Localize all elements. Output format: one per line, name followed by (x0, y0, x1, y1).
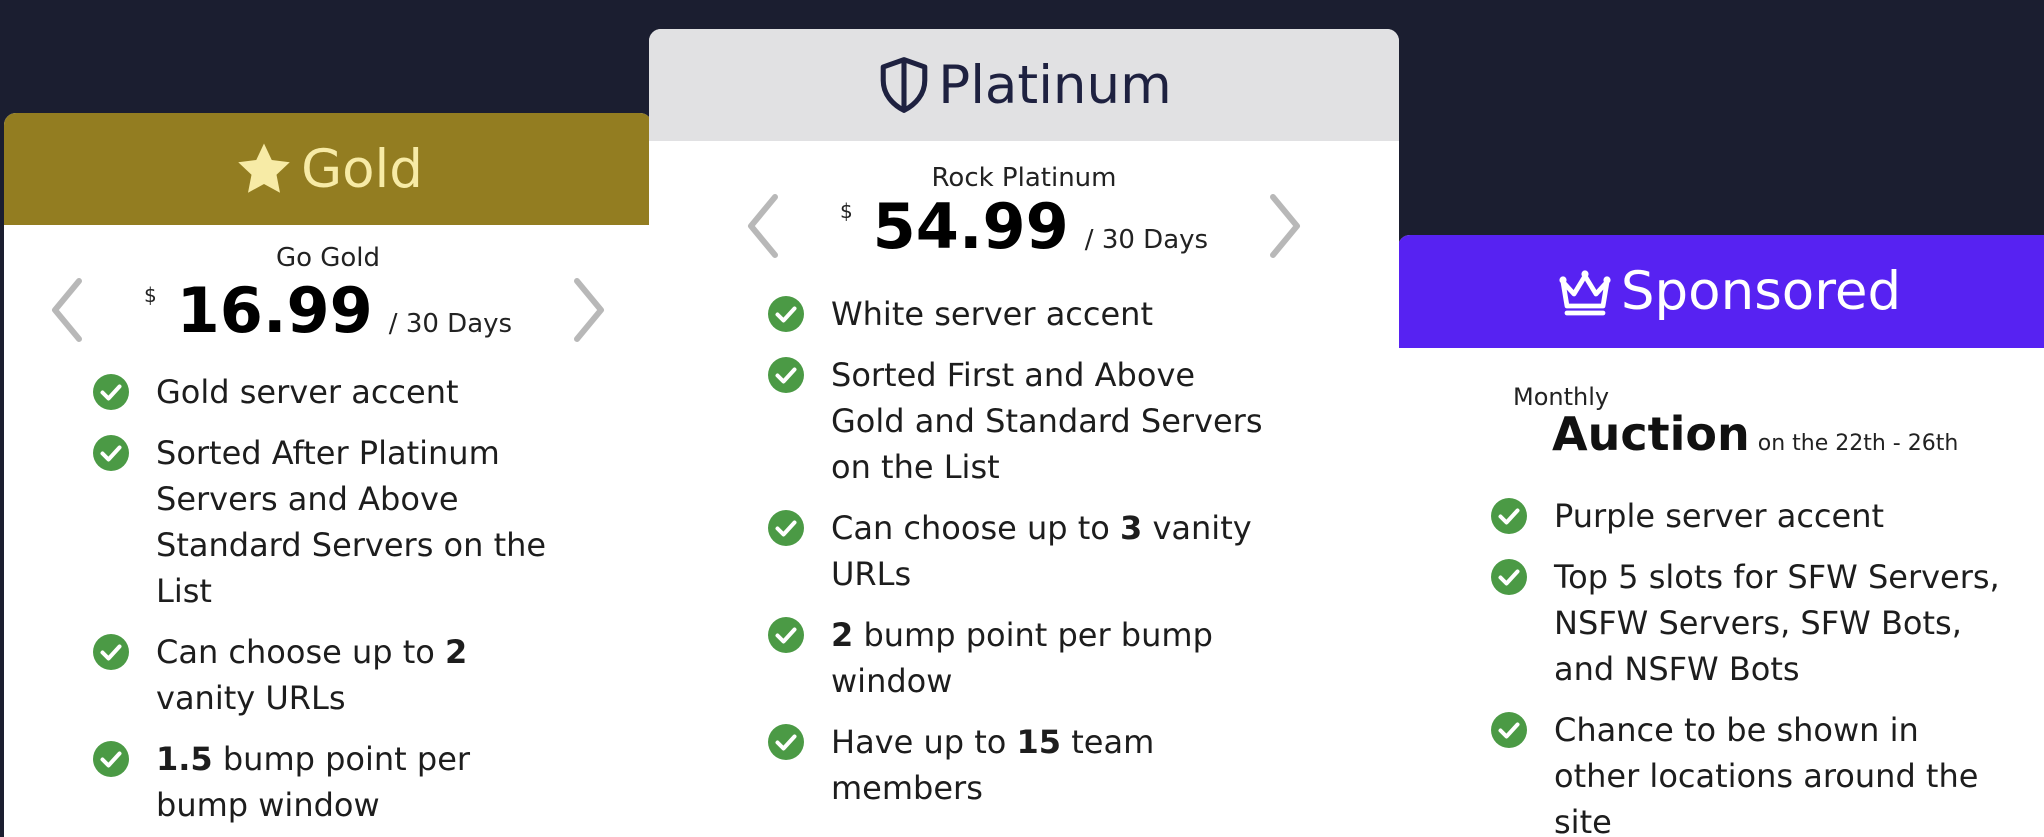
chevron-left-icon (51, 278, 82, 342)
feature-text: Purple server accent (1554, 493, 1884, 539)
feature-item: Sorted First and Above Gold and Standard… (767, 352, 1267, 490)
sponsored-plan-header: Sponsored (1398, 235, 2044, 348)
feature-text-part: Top 5 slots for SFW Servers, NSFW Server… (1554, 558, 2000, 688)
feature-item: Can choose up to 3 vanity URLs (767, 505, 1267, 597)
check-circle-icon (767, 723, 805, 761)
sponsored-feature-list: Purple server accent Top 5 slots for SFW … (1490, 493, 2000, 837)
feature-item: Chance to be shown in other locations ar… (1490, 707, 2000, 837)
feature-highlight: 15 (1016, 723, 1062, 761)
gold-feature-list: Gold server accent Sorted After Platinum … (92, 369, 572, 837)
feature-text: 1.5 bump point per bump window (156, 736, 572, 828)
check-circle-icon (767, 616, 805, 654)
feature-item: Top 5 slots for SFW Servers, NSFW Server… (1490, 554, 2000, 692)
sponsored-auction-label: Auction (1552, 407, 1750, 461)
feature-text-part: Can choose up to (831, 509, 1121, 547)
platinum-feature-list: White server accent Sorted First and Abov… (767, 291, 1267, 826)
feature-item: 2 bump point per bump window (767, 612, 1267, 704)
feature-text-part: vanity URLs (156, 679, 346, 717)
gold-plan-card: Gold Go Gold $ 16.99 / 30 Days Gold serv… (4, 113, 652, 837)
sponsored-auction-row: Auction on the 22th - 26th (1552, 407, 1958, 461)
gold-price: $ 16.99 / 30 Days (144, 274, 512, 347)
feature-text: Can choose up to 3 vanity URLs (831, 505, 1267, 597)
feature-text-part: Purple server accent (1554, 497, 1885, 535)
platinum-price-period: / 30 Days (1084, 224, 1209, 255)
check-circle-icon (1490, 497, 1528, 535)
gold-price-row: $ 16.99 / 30 Days (4, 273, 652, 347)
feature-text-part: Gold server accent (156, 373, 459, 411)
feature-text: Sorted First and Above Gold and Standard… (831, 352, 1267, 490)
chevron-left-icon (747, 194, 778, 258)
gold-currency: $ (143, 282, 157, 307)
check-circle-icon (1490, 558, 1528, 596)
feature-item: Have up to 15 team members (767, 719, 1267, 811)
check-circle-icon (92, 633, 130, 671)
chevron-right-icon (574, 278, 605, 342)
chevron-right-icon (1270, 194, 1301, 258)
sponsored-plan-title: Sponsored (1620, 261, 1902, 322)
platinum-next-arrow[interactable] (1260, 189, 1310, 263)
feature-highlight: 2 (831, 616, 854, 654)
check-circle-icon (92, 434, 130, 472)
gold-plan-title: Gold (301, 138, 423, 200)
feature-item: Gold server accent (92, 369, 572, 415)
pricing-stage: Gold Go Gold $ 16.99 / 30 Days Gold serv… (0, 0, 2044, 837)
feature-text: Chance to be shown in other locations ar… (1554, 707, 2000, 837)
gold-plan-header: Gold (4, 113, 652, 225)
feature-text-part: Chance to be shown in other locations ar… (1554, 711, 1979, 837)
gold-plan-name: Go Gold (275, 243, 381, 273)
feature-text-part: Sorted After Platinum Servers and Above … (156, 434, 547, 610)
check-circle-icon (92, 373, 130, 411)
feature-text: 2 bump point per bump window (831, 612, 1267, 704)
sponsored-plan-card: Sponsored Monthly Auction on the 22th - … (1398, 235, 2044, 837)
crown-icon (1559, 269, 1611, 315)
feature-text-part: Sorted First and Above Gold and Standard… (831, 356, 1263, 486)
feature-text-part: White server accent (831, 295, 1153, 333)
platinum-plan-title: Platinum (938, 54, 1172, 116)
shield-icon (880, 57, 928, 113)
gold-prev-arrow[interactable] (42, 273, 92, 347)
check-circle-icon (92, 740, 130, 778)
feature-highlight: 3 (1120, 509, 1143, 547)
platinum-plan-card: Platinum Rock Platinum $ 54.99 / 30 Days… (649, 29, 1399, 837)
feature-highlight: 2 (445, 633, 468, 671)
platinum-price: $ 54.99 / 30 Days (840, 190, 1208, 263)
check-circle-icon (767, 356, 805, 394)
feature-text-part: Can choose up to (156, 633, 446, 671)
feature-text: White server accent (831, 291, 1153, 337)
platinum-plan-header: Platinum (649, 29, 1399, 141)
platinum-price-amount: 54.99 (872, 189, 1069, 263)
feature-item: Can choose up to 2 vanity URLs (92, 629, 572, 721)
check-circle-icon (1490, 711, 1528, 749)
feature-text-part: Have up to (831, 723, 1017, 761)
feature-text: Gold server accent (156, 369, 459, 415)
feature-highlight: 1.5 (156, 740, 213, 778)
sponsored-auction-dates: on the 22th - 26th (1757, 431, 1959, 456)
gold-next-arrow[interactable] (564, 273, 614, 347)
platinum-prev-arrow[interactable] (738, 189, 788, 263)
feature-item: Purple server accent (1490, 493, 2000, 539)
feature-text: Have up to 15 team members (831, 719, 1267, 811)
check-circle-icon (767, 295, 805, 333)
gold-price-period: / 30 Days (388, 308, 513, 339)
check-circle-icon (767, 509, 805, 547)
platinum-price-row: $ 54.99 / 30 Days (649, 189, 1399, 263)
feature-item: 1.5 bump point per bump window (92, 736, 572, 828)
feature-item: Sorted After Platinum Servers and Above … (92, 430, 572, 614)
feature-text: Can choose up to 2 vanity URLs (156, 629, 572, 721)
star-icon (238, 143, 290, 193)
feature-text: Top 5 slots for SFW Servers, NSFW Server… (1554, 554, 2000, 692)
gold-price-amount: 16.99 (176, 273, 373, 347)
feature-text: Sorted After Platinum Servers and Above … (156, 430, 572, 614)
feature-item: White server accent (767, 291, 1267, 337)
feature-text-part: bump point per bump window (831, 616, 1213, 700)
platinum-currency: $ (839, 198, 853, 223)
